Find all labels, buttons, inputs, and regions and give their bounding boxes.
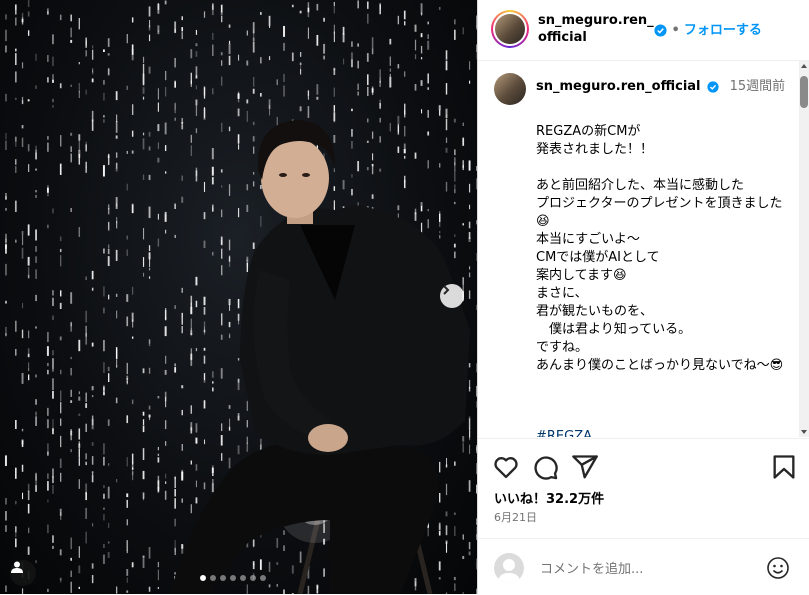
tagged-users-button[interactable]: [10, 560, 36, 586]
carousel-dot: [240, 575, 246, 581]
separator-dot: •: [671, 23, 680, 38]
like-count[interactable]: いいね！32.2万件: [494, 488, 604, 507]
caption-scrollbar[interactable]: [799, 61, 809, 437]
user-tag-icon: [11, 561, 23, 573]
comment-bar: [478, 538, 809, 595]
portrait-figure: [170, 120, 470, 594]
caption-username[interactable]: sn_meguro.ren_official: [536, 79, 701, 94]
caption-scroll-area[interactable]: sn_meguro.ren_official 15週間前 REGZAの新CMが …: [478, 61, 798, 437]
carousel-dot: [220, 575, 226, 581]
verified-badge-icon: [707, 80, 719, 93]
verified-badge-icon: [654, 24, 667, 37]
carousel-dot: [200, 575, 206, 581]
follow-area: • フォローする: [654, 19, 762, 38]
post-header: sn_meguro.ren_official • フォローする: [478, 0, 809, 61]
carousel-dot: [230, 575, 236, 581]
scroll-down-arrow-icon[interactable]: [801, 430, 807, 434]
scroll-up-arrow-icon[interactable]: [801, 64, 807, 68]
caption-text: REGZAの新CMが 発表されました！！ あと前回紹介した、本当に感動した プロ…: [536, 124, 784, 373]
bookmark-icon[interactable]: [770, 453, 798, 481]
comment-icon[interactable]: [531, 453, 559, 481]
post-side-panel: sn_meguro.ren_official • フォローする sn_meguro…: [477, 0, 809, 594]
next-slide-button[interactable]: [440, 284, 464, 308]
post-modal: sn_meguro.ren_official • フォローする sn_meguro…: [0, 0, 809, 594]
story-ring[interactable]: [491, 10, 529, 48]
carousel-indicator: [200, 575, 266, 581]
avatar-placeholder-icon: [498, 559, 520, 583]
commenter-avatar: [494, 553, 524, 583]
action-bar: いいね！32.2万件 6月21日: [478, 438, 809, 539]
carousel-dot: [210, 575, 216, 581]
scroll-thumb[interactable]: [800, 76, 808, 108]
post-date[interactable]: 6月21日: [494, 509, 537, 525]
avatar[interactable]: [495, 14, 525, 44]
carousel-dot: [260, 575, 266, 581]
comment-input[interactable]: [538, 558, 742, 580]
post-media[interactable]: [0, 0, 477, 594]
emoji-icon[interactable]: [766, 556, 790, 580]
hashtag-link[interactable]: #REGZA: [536, 429, 592, 437]
share-icon[interactable]: [571, 453, 599, 481]
heart-icon[interactable]: [492, 453, 520, 481]
follow-button[interactable]: フォローする: [684, 23, 762, 38]
caption-avatar[interactable]: [494, 73, 526, 105]
header-username[interactable]: sn_meguro.ren_official: [538, 12, 656, 46]
caption-author-line: sn_meguro.ren_official 15週間前: [536, 75, 785, 94]
carousel-dot: [250, 575, 256, 581]
next-chevron-icon: [443, 285, 450, 295]
post-time[interactable]: 15週間前: [730, 79, 786, 94]
